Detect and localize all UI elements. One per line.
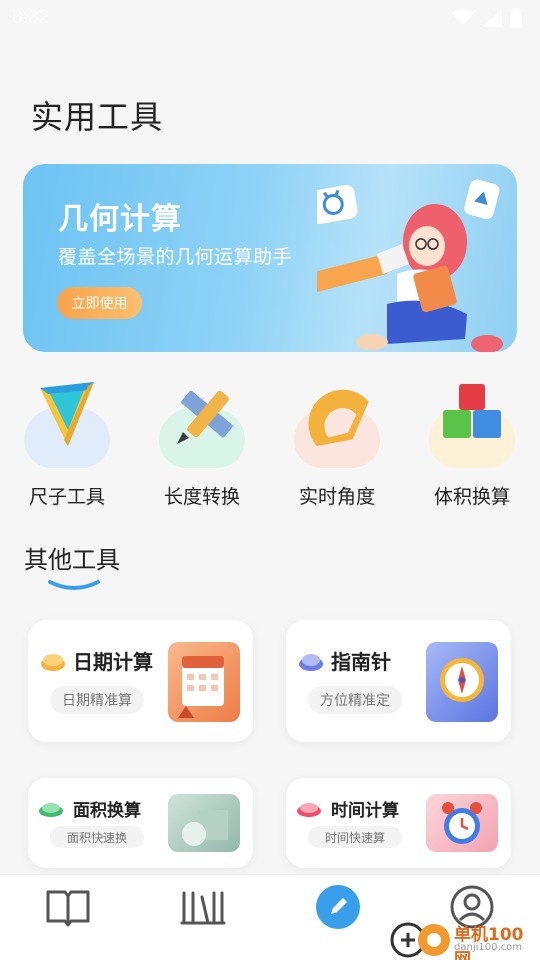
tool-label: 实时角度 (298, 486, 375, 508)
nav-item-shelf[interactable] (152, 875, 252, 960)
tool-label: 体积换算 (433, 486, 510, 508)
card-area-convert[interactable]: 面积换算 面积快速换 (28, 778, 253, 868)
tool-grid: 尺子工具 长度转换 实时角度 体积换算 (0, 378, 540, 508)
nav-item-tools[interactable] (288, 875, 388, 960)
watermark-site: danji100.com (454, 942, 522, 953)
ruler-icon (40, 382, 94, 446)
card-tag: 时间快速算 (308, 826, 402, 848)
area-icon (39, 803, 63, 817)
watermark-title: 单机100网 (454, 925, 524, 960)
card-title: 日期计算 (73, 650, 153, 674)
tool-realtime-angle[interactable]: 实时角度 (292, 378, 402, 508)
alarm-clock-icon (442, 802, 482, 844)
shapes-icon (182, 810, 228, 846)
card-tag: 面积快速换 (50, 826, 144, 848)
battery-icon (510, 8, 522, 28)
tool-label: 尺子工具 (28, 486, 105, 508)
card-title: 面积换算 (73, 801, 141, 821)
card-title: 指南针 (331, 650, 391, 674)
tool-ruler[interactable]: 尺子工具 (22, 378, 132, 508)
card-tag: 方位精准定 (308, 686, 402, 714)
signal-icon (482, 9, 502, 27)
section-underline (48, 580, 100, 590)
status-bar: 8:32 (0, 0, 540, 36)
banner-title: 几何计算 (58, 202, 182, 237)
date-icon (41, 654, 65, 671)
status-time: 8:32 (12, 7, 49, 28)
pencil-ruler-icon (177, 390, 233, 444)
bookshelf-icon (180, 891, 226, 925)
calendar-icon (178, 656, 224, 718)
protractor-icon (308, 389, 369, 447)
banner-subtitle: 覆盖全场景的几何运算助手 (58, 246, 293, 268)
book-icon (46, 890, 90, 927)
card-time-calc[interactable]: 时间计算 时间快速算 (286, 778, 511, 868)
wifi-icon (452, 9, 474, 26)
pen-icon (316, 885, 360, 929)
section-title: 其他工具 (24, 546, 120, 574)
card-compass[interactable]: 指南针 方位精准定 (286, 620, 511, 742)
cubes-icon (443, 384, 501, 438)
status-icons (452, 8, 522, 28)
time-icon (297, 803, 321, 817)
card-tag: 日期精准算 (50, 686, 144, 714)
compass-small-icon (299, 654, 323, 671)
watermark-logo (390, 922, 450, 958)
tool-volume-convert[interactable]: 体积换算 (427, 378, 537, 508)
geometry-banner[interactable]: 几何计算 覆盖全场景的几何运算助手 立即使用 (23, 164, 517, 352)
compass-icon (440, 658, 484, 702)
card-date-calc[interactable]: 日期计算 日期精准算 (28, 620, 253, 742)
page-title: 实用工具 (31, 98, 164, 136)
watermark: 单机100网 danji100.com (390, 916, 540, 960)
card-title: 时间计算 (331, 801, 399, 821)
use-now-button[interactable]: 立即使用 (57, 287, 142, 319)
tool-label: 长度转换 (163, 486, 240, 508)
nav-item-book[interactable] (17, 875, 117, 960)
reading-girl-illustration (317, 179, 503, 352)
tool-length-convert[interactable]: 长度转换 (157, 378, 267, 508)
